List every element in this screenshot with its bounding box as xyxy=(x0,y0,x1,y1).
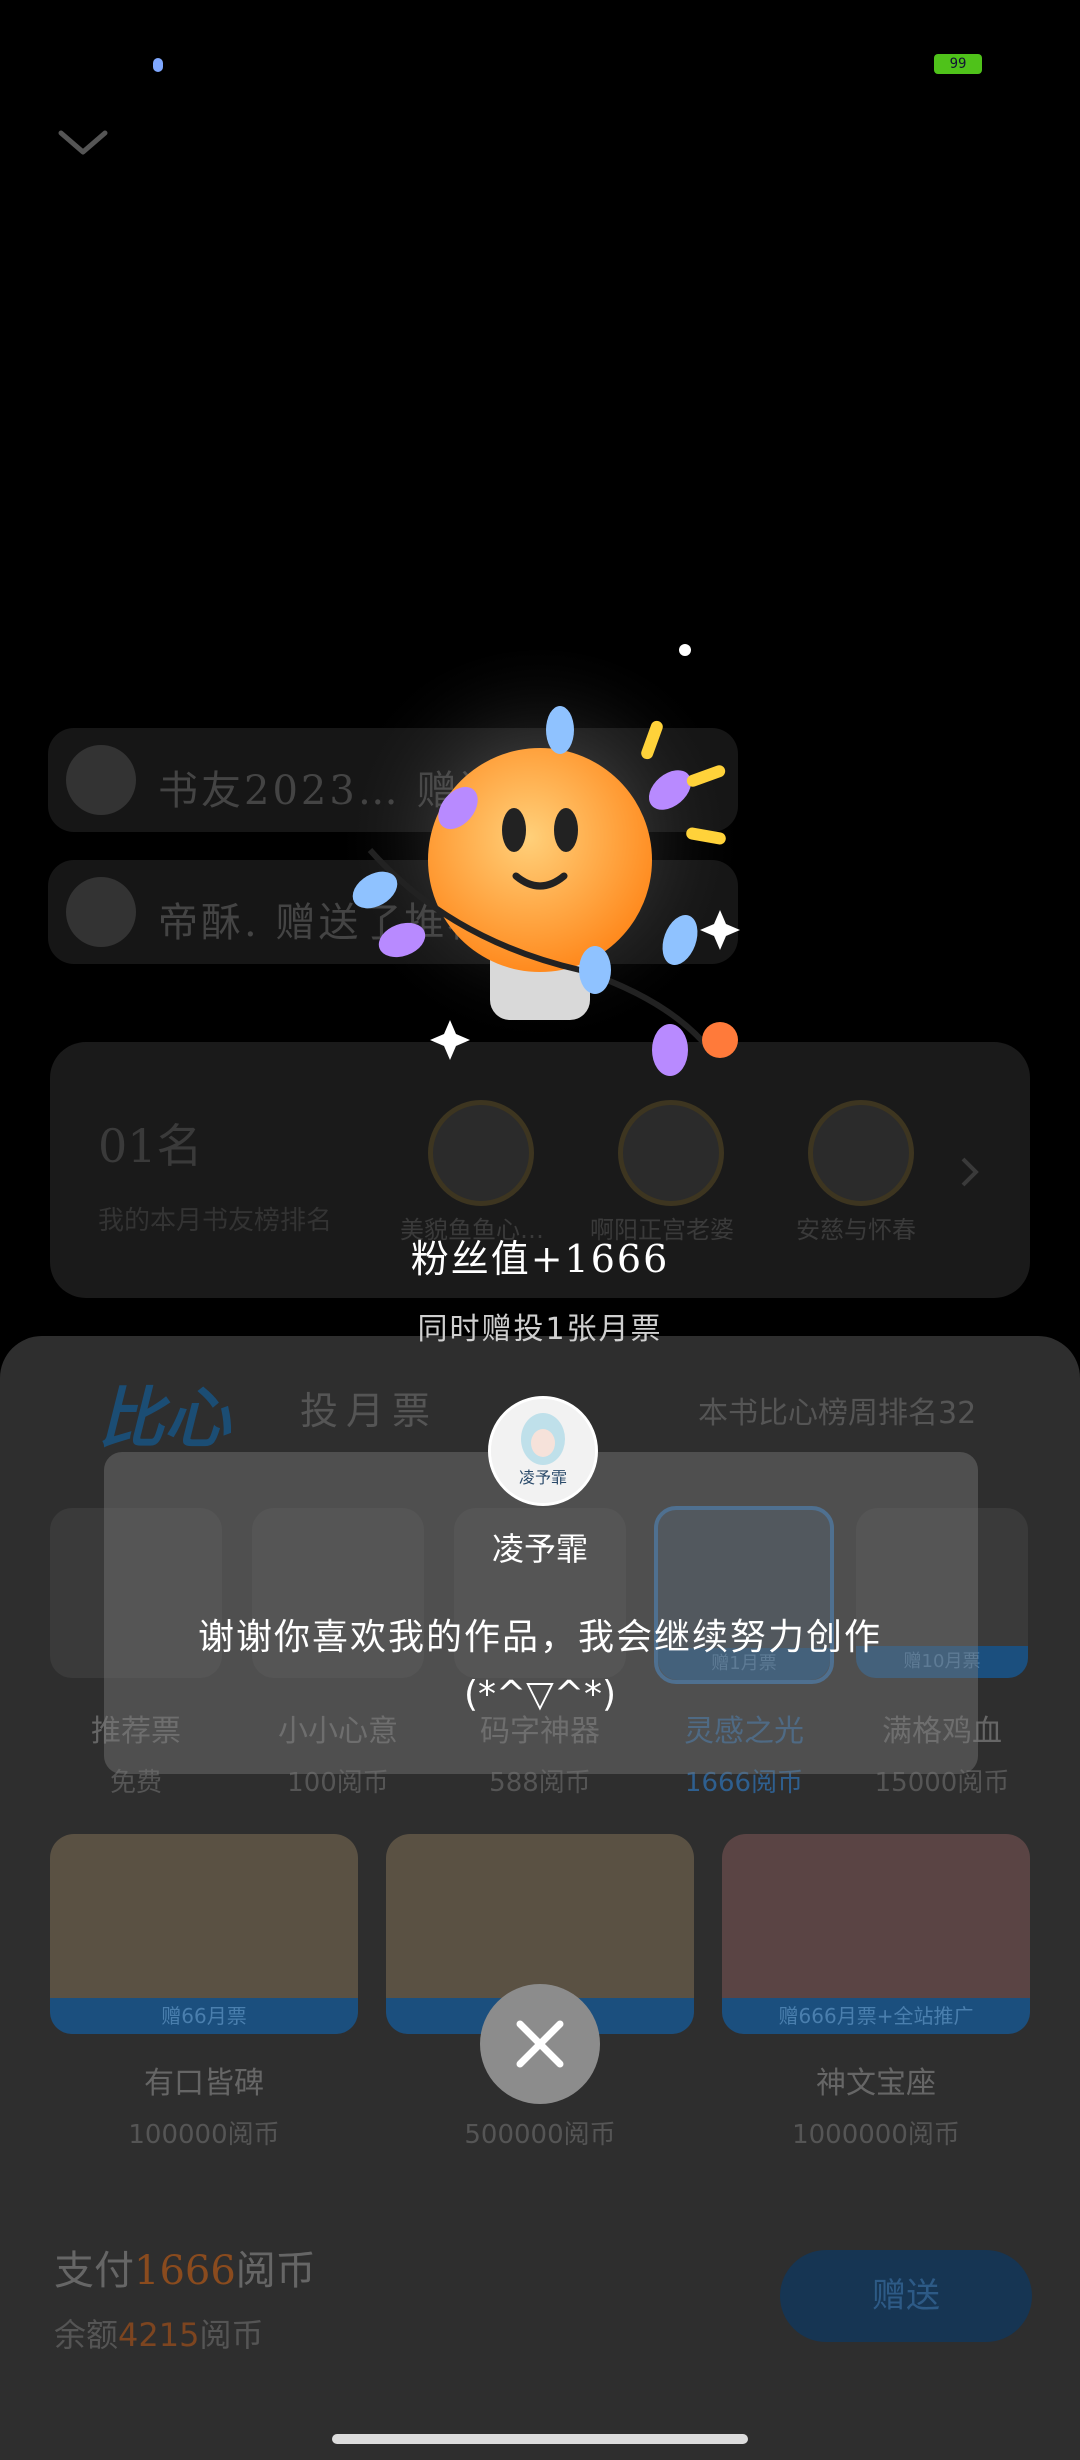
fan-avatar-3[interactable] xyxy=(808,1100,914,1206)
balance-label: 余额 xyxy=(54,2316,119,2354)
battery-icon: 99 xyxy=(934,54,982,74)
gift-card-throne[interactable]: 赠666月票+全站推广 xyxy=(722,1834,1030,2034)
author-avatar-image: 凌予霏 xyxy=(491,1399,595,1503)
avatar xyxy=(66,877,136,947)
fan-avatar-2[interactable] xyxy=(618,1100,724,1206)
pay-unit: 阅币 xyxy=(235,2248,316,2294)
avatar xyxy=(66,745,136,815)
pay-summary: 支付1666阅币 xyxy=(54,2238,316,2296)
tab-monthly-vote[interactable]: 投月票 xyxy=(300,1380,438,1435)
chevron-right-icon[interactable] xyxy=(960,1156,980,1188)
gift-price: 1000000阅币 xyxy=(792,2120,960,2150)
author-name: 凌予霏 xyxy=(491,1530,588,1568)
author-avatar: 凌予霏 xyxy=(488,1396,598,1506)
lightbulb-gift-icon xyxy=(330,644,750,1076)
close-button[interactable] xyxy=(480,1984,600,2104)
balance-unit: 阅币 xyxy=(199,2316,264,2354)
close-icon xyxy=(516,2020,564,2068)
chevron-down-icon[interactable] xyxy=(58,130,108,156)
gift-name: 神文宝座 xyxy=(816,2066,936,2101)
avatar-signature: 凌予霏 xyxy=(519,1468,567,1487)
gift-card-word-of-mouth[interactable]: 赠66月票 xyxy=(50,1834,358,2034)
bixin-logo: 比心 xyxy=(98,1380,230,1457)
weekly-rank-link[interactable]: 本书比心榜周排名32 xyxy=(698,1388,976,1432)
also-vote-text: 同时赠投1张月票 xyxy=(417,1312,663,1347)
balance-amount: 4215 xyxy=(118,2316,200,2354)
gift-tag: 赠666月票+全站推广 xyxy=(722,1998,1030,2034)
send-gift-button[interactable]: 赠送 xyxy=(780,2250,1032,2342)
thanks-message: 谢谢你喜欢我的作品，我会继续努力创作 xyxy=(197,1617,882,1658)
my-rank-value: 01名 xyxy=(98,1119,203,1173)
pay-amount: 1666 xyxy=(134,2248,236,2294)
pay-label: 支付 xyxy=(54,2248,134,2294)
balance-summary: 余额4215阅币 xyxy=(54,2310,263,2356)
thanks-emoticon: (*^▽^*) xyxy=(463,1674,617,1715)
status-indicator-icon xyxy=(153,58,163,72)
fan-avatar-1[interactable] xyxy=(428,1100,534,1206)
gift-name: 有口皆碑 xyxy=(144,2066,264,2101)
gift-price: 100000阅币 xyxy=(128,2120,280,2150)
fan-value-text: 粉丝值+1666 xyxy=(410,1237,670,1281)
home-indicator[interactable] xyxy=(332,2434,748,2444)
gift-tag: 赠66月票 xyxy=(50,1998,358,2034)
gift-price: 500000阅币 xyxy=(464,2120,616,2150)
